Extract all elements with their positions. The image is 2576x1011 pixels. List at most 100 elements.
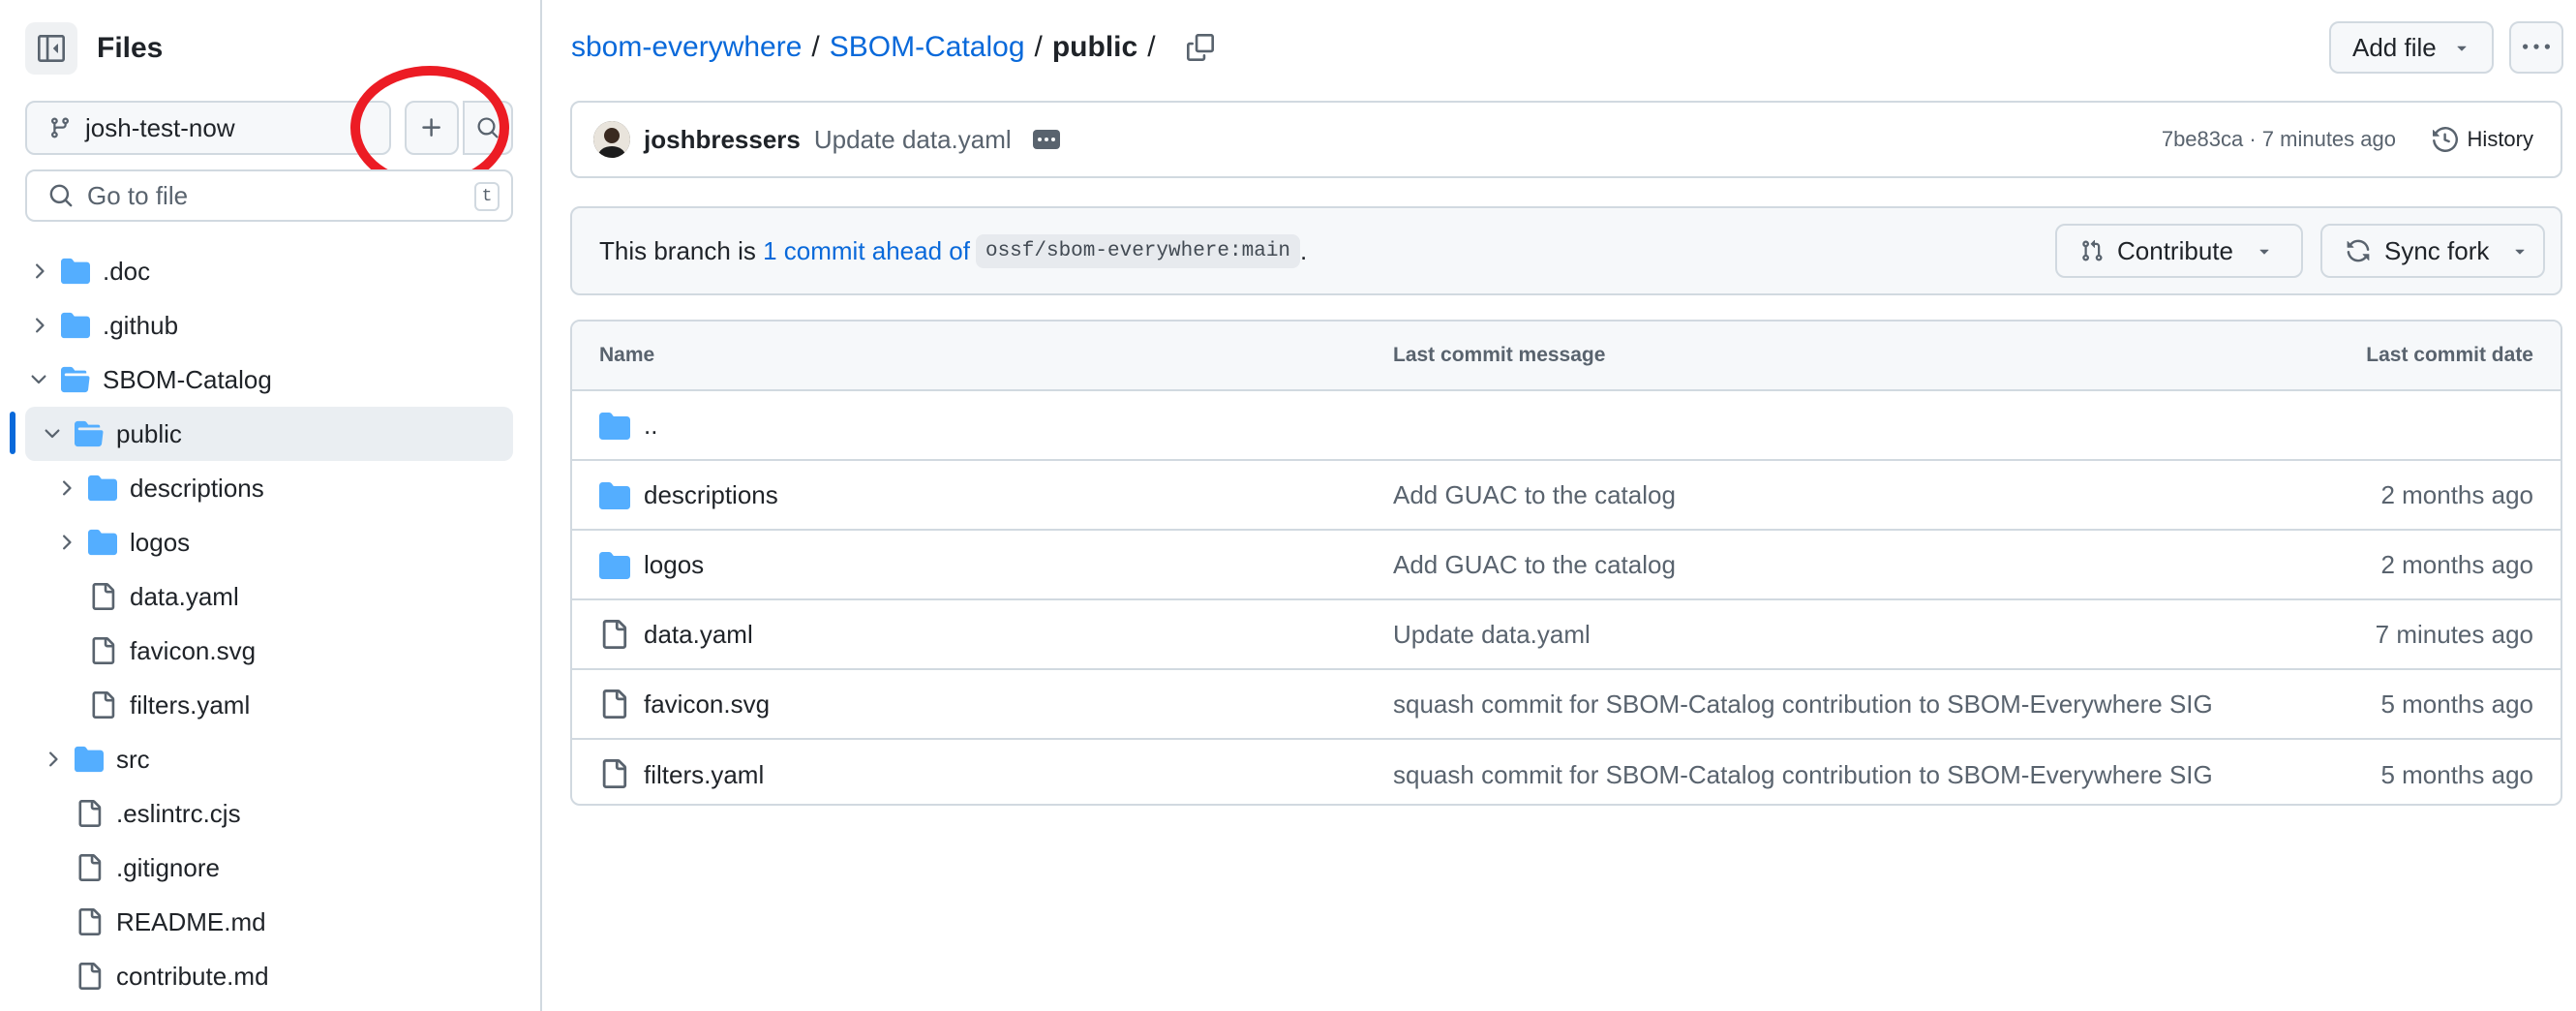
- branch-selector-button[interactable]: josh-test-now: [25, 101, 391, 155]
- add-file-label: Add file: [2352, 32, 2437, 62]
- tree-item-eslintrc[interactable]: .eslintrc.cjs: [39, 786, 513, 841]
- commit-date: 7 minutes ago: [2375, 619, 2533, 649]
- sync-fork-label: Sync fork: [2384, 235, 2490, 265]
- tree-item-readme[interactable]: README.md: [39, 895, 513, 949]
- tree-item-sbom-catalog[interactable]: SBOM-Catalog: [25, 352, 513, 407]
- file-icon: [599, 759, 628, 795]
- tree-item-label: descriptions: [130, 473, 264, 503]
- chevron-right-icon[interactable]: [39, 746, 66, 773]
- search-files-button[interactable]: [463, 101, 513, 155]
- search-icon: [477, 117, 499, 138]
- breadcrumb: sbom-everywhere / SBOM-Catalog / public …: [571, 25, 1214, 70]
- file-name-link[interactable]: descriptions: [644, 480, 778, 510]
- git-branch-icon: [50, 117, 69, 138]
- active-item-indicator: [10, 412, 15, 454]
- tree-item-github[interactable]: .github: [25, 298, 513, 352]
- column-header-date: Last commit date: [2366, 344, 2533, 366]
- tree-item-contribute[interactable]: contribute.md: [39, 949, 513, 1003]
- chevron-right-icon[interactable]: [25, 312, 52, 339]
- chevron-down-icon[interactable]: [25, 366, 52, 393]
- kebab-horizontal-icon: [2523, 44, 2550, 49]
- tree-item-src[interactable]: src: [39, 732, 513, 786]
- breadcrumb-repo-link[interactable]: sbom-everywhere: [571, 31, 802, 64]
- history-button[interactable]: History: [2432, 127, 2533, 152]
- contribute-label: Contribute: [2117, 235, 2233, 265]
- column-header-message: Last commit message: [1393, 344, 1606, 366]
- file-icon: [599, 620, 628, 656]
- tree-item-logos[interactable]: logos: [52, 515, 513, 569]
- column-header-name: Name: [599, 344, 655, 366]
- table-row[interactable]: filters.yaml squash commit for SBOM-Cata…: [572, 740, 2561, 804]
- file-name-link[interactable]: data.yaml: [644, 620, 753, 650]
- commit-message[interactable]: Add GUAC to the catalog: [1393, 480, 1676, 510]
- go-to-file-field[interactable]: t: [25, 169, 513, 222]
- sidebar-header: Files: [25, 21, 163, 76]
- more-options-button[interactable]: [2509, 21, 2563, 74]
- breadcrumb-separator: /: [1147, 31, 1156, 63]
- chevron-right-icon[interactable]: [52, 475, 79, 502]
- tree-item-label: .gitignore: [116, 852, 220, 882]
- add-file-plus-button[interactable]: [405, 101, 459, 155]
- tree-item-public[interactable]: public: [25, 407, 513, 461]
- folder-icon: [599, 550, 630, 588]
- tree-item-gitignore[interactable]: .gitignore: [39, 841, 513, 895]
- file-name-link[interactable]: filters.yaml: [644, 760, 764, 790]
- commit-date: 5 months ago: [2380, 689, 2533, 719]
- file-icon: [74, 798, 105, 829]
- commit-author-link[interactable]: joshbressers: [644, 125, 801, 155]
- commit-message[interactable]: Update data.yaml: [1393, 620, 1591, 650]
- folder-open-icon: [60, 364, 91, 395]
- branch-name: josh-test-now: [85, 112, 235, 142]
- commit-message[interactable]: squash commit for SBOM-Catalog contribut…: [1393, 760, 2213, 790]
- commit-sha-and-time[interactable]: 7be83ca · 7 minutes ago: [2162, 127, 2396, 152]
- chevron-right-icon[interactable]: [52, 529, 79, 556]
- tree-item-label: .github: [103, 310, 179, 340]
- keyboard-shortcut-hint: t: [474, 182, 500, 211]
- chevron-right-icon[interactable]: [25, 258, 52, 285]
- tree-item-label: README.md: [116, 906, 266, 936]
- table-row[interactable]: descriptions Add GUAC to the catalog 2 m…: [572, 461, 2561, 531]
- file-icon: [87, 689, 118, 720]
- folder-icon: [87, 473, 118, 504]
- expand-commit-message-button[interactable]: [1032, 130, 1060, 149]
- go-to-file-input[interactable]: [87, 180, 455, 211]
- folder-icon: [599, 411, 630, 448]
- file-name-link[interactable]: favicon.svg: [644, 689, 770, 720]
- copy-path-button[interactable]: [1186, 34, 1214, 61]
- tree-item-label: src: [116, 744, 150, 774]
- avatar[interactable]: [593, 121, 630, 158]
- sync-fork-button[interactable]: Sync fork: [2320, 224, 2545, 278]
- commit-date: 2 months ago: [2380, 549, 2533, 579]
- tree-item-favicon-svg[interactable]: favicon.svg: [52, 624, 513, 678]
- table-row[interactable]: favicon.svg squash commit for SBOM-Catal…: [572, 670, 2561, 740]
- file-name-link[interactable]: logos: [644, 550, 704, 580]
- collapse-sidebar-button[interactable]: [25, 22, 77, 75]
- commit-message[interactable]: Add GUAC to the catalog: [1393, 550, 1676, 580]
- sidebar-collapse-icon: [38, 35, 65, 62]
- latest-commit-bar: joshbressers Update data.yaml 7be83ca · …: [570, 101, 2562, 178]
- table-header: Name Last commit message Last commit dat…: [572, 322, 2561, 391]
- table-row[interactable]: logos Add GUAC to the catalog 2 months a…: [572, 531, 2561, 600]
- chevron-down-icon[interactable]: [39, 420, 66, 447]
- tree-item-filters-yaml[interactable]: filters.yaml: [52, 678, 513, 732]
- tree-item-data-yaml[interactable]: data.yaml: [52, 569, 513, 624]
- commit-date: 2 months ago: [2380, 479, 2533, 509]
- table-row-parent[interactable]: ..: [572, 391, 2561, 461]
- commit-message-link[interactable]: Update data.yaml: [814, 125, 1012, 155]
- commit-message[interactable]: squash commit for SBOM-Catalog contribut…: [1393, 689, 2213, 720]
- add-file-dropdown-button[interactable]: Add file: [2329, 21, 2494, 74]
- caret-down-icon: [2457, 46, 2467, 51]
- table-row[interactable]: data.yaml Update data.yaml 7 minutes ago: [572, 600, 2561, 670]
- commit-date: 5 months ago: [2380, 759, 2533, 789]
- parent-directory-link[interactable]: ..: [644, 411, 657, 441]
- tree-item-doc[interactable]: .doc: [25, 244, 513, 298]
- tree-item-descriptions[interactable]: descriptions: [52, 461, 513, 515]
- file-icon: [74, 852, 105, 883]
- tree-item-label: data.yaml: [130, 581, 239, 611]
- folder-icon: [60, 310, 91, 341]
- contribute-button[interactable]: Contribute: [2055, 224, 2303, 278]
- commits-ahead-link[interactable]: 1 commit ahead of: [763, 236, 970, 266]
- caret-down-icon: [2259, 249, 2269, 255]
- folder-icon: [599, 480, 630, 518]
- breadcrumb-folder-link[interactable]: SBOM-Catalog: [830, 31, 1025, 64]
